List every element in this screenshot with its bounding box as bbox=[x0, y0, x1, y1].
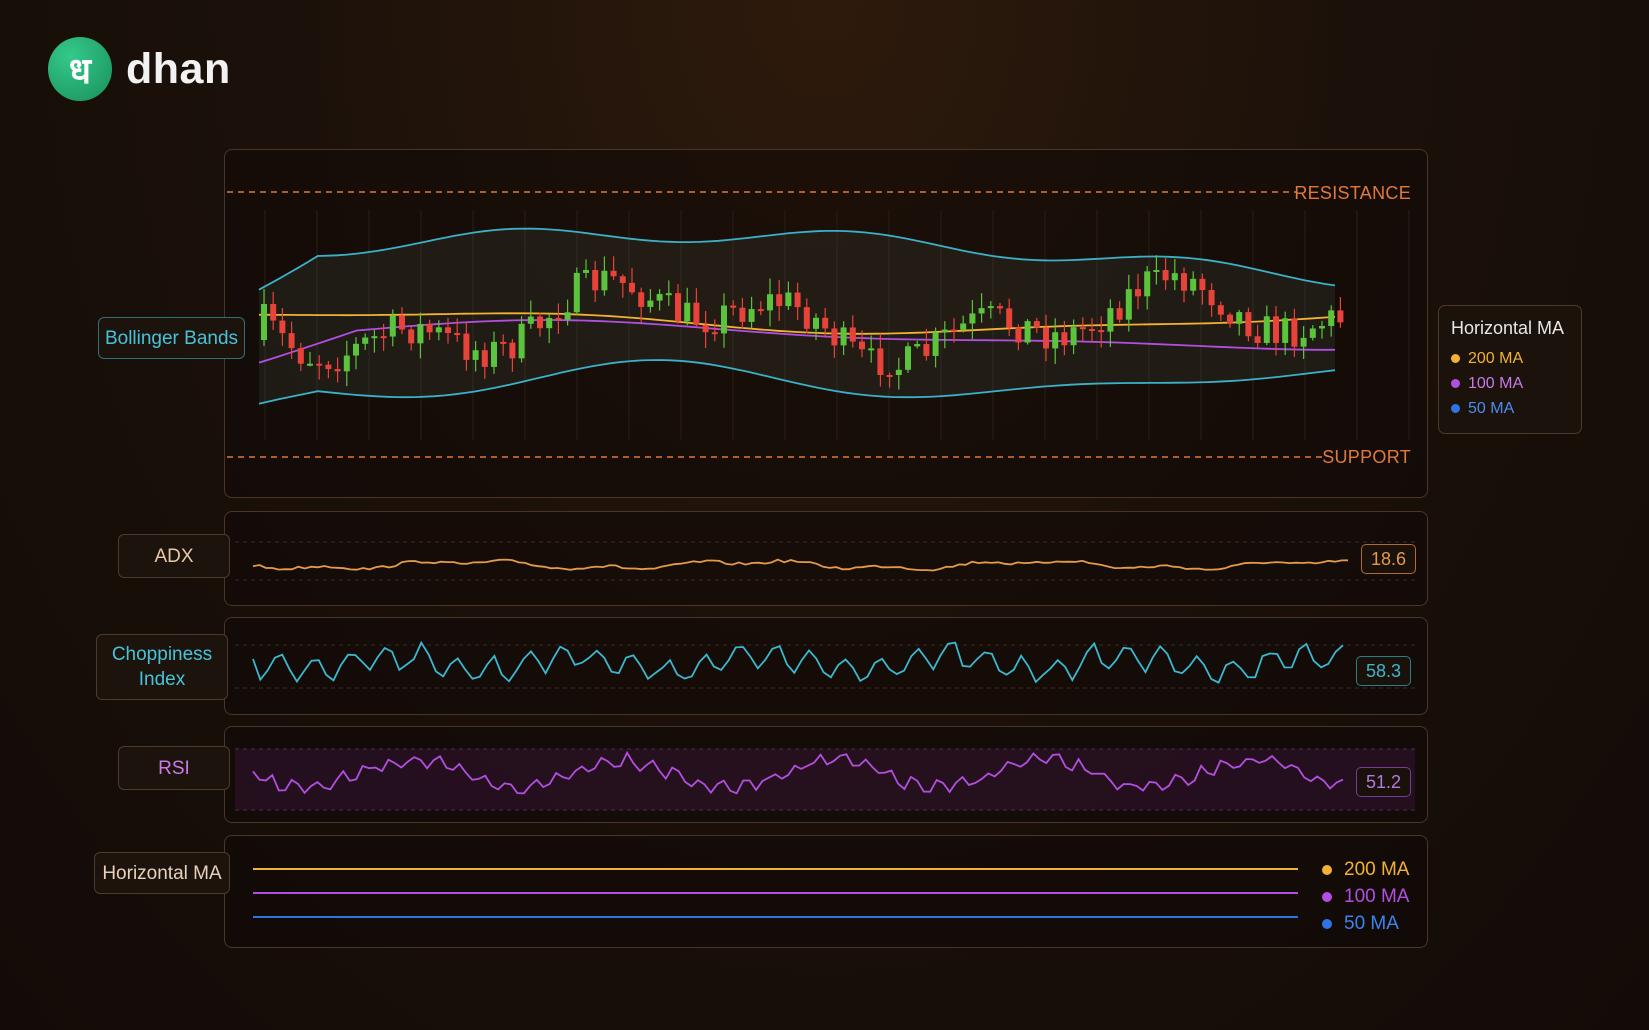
candlestick bbox=[573, 267, 580, 316]
support-label: SUPPORT bbox=[1322, 447, 1411, 467]
choppiness-panel[interactable]: 58.3 bbox=[224, 617, 1428, 715]
rsi-value-badge: 51.2 bbox=[1356, 767, 1411, 797]
candlestick bbox=[905, 342, 911, 373]
horizontal-ma-panel-legend: 200 MA 100 MA 50 MA bbox=[1322, 856, 1409, 937]
legend-title: Horizontal MA bbox=[1451, 318, 1565, 338]
candlestick bbox=[1245, 307, 1252, 342]
choppiness-line bbox=[252, 640, 1344, 684]
resistance-label: RESISTANCE bbox=[1294, 183, 1411, 203]
candlestick bbox=[1337, 297, 1344, 328]
candlestick bbox=[1024, 319, 1031, 345]
legend-item-50ma: 50 MA bbox=[1451, 396, 1581, 421]
rsi-tag[interactable]: RSI bbox=[118, 746, 230, 790]
adx-line bbox=[252, 558, 1349, 572]
adx-value-badge: 18.6 bbox=[1361, 544, 1416, 574]
adx-panel[interactable]: 18.6 bbox=[224, 511, 1428, 606]
dot-icon bbox=[1451, 379, 1460, 388]
legend-item-200ma: 200 MA bbox=[1451, 346, 1581, 371]
adx-tag[interactable]: ADX bbox=[118, 534, 230, 578]
horizontal-ma-legend: Horizontal MA 200 MA 100 MA 50 MA bbox=[1438, 305, 1582, 434]
rsi-panel[interactable]: 51.2 bbox=[224, 726, 1428, 823]
choppiness-tag[interactable]: Choppiness Index bbox=[96, 634, 228, 700]
choppiness-value-badge: 58.3 bbox=[1356, 656, 1411, 686]
hma-legend-200ma: 200 MA bbox=[1322, 856, 1409, 883]
horizontal-ma-panel[interactable] bbox=[224, 835, 1428, 948]
dhan-logo-icon: ध bbox=[48, 37, 112, 101]
hma-legend-50ma: 50 MA bbox=[1322, 910, 1409, 937]
price-chart-svg bbox=[227, 191, 1410, 458]
choppiness-chart-svg bbox=[235, 640, 1415, 689]
price-chart-panel[interactable]: RESISTANCE SUPPORT bbox=[224, 149, 1428, 498]
legend-item-100ma: 100 MA bbox=[1451, 371, 1581, 396]
dot-icon bbox=[1322, 918, 1332, 929]
dot-icon bbox=[1451, 404, 1460, 413]
hma-legend-100ma: 100 MA bbox=[1322, 883, 1409, 910]
rsi-chart-svg bbox=[235, 748, 1415, 811]
adx-chart-svg bbox=[235, 541, 1415, 581]
dot-icon bbox=[1322, 864, 1332, 875]
horizontal-ma-tag[interactable]: Horizontal MA bbox=[94, 852, 230, 894]
brand-name: dhan bbox=[126, 44, 231, 93]
brand-logo: ध dhan bbox=[48, 37, 231, 101]
bollinger-bands-tag[interactable]: Bollinger Bands bbox=[98, 317, 245, 359]
dot-icon bbox=[1322, 891, 1332, 902]
horizontal-ma-svg bbox=[253, 868, 1298, 918]
dot-icon bbox=[1451, 354, 1460, 363]
